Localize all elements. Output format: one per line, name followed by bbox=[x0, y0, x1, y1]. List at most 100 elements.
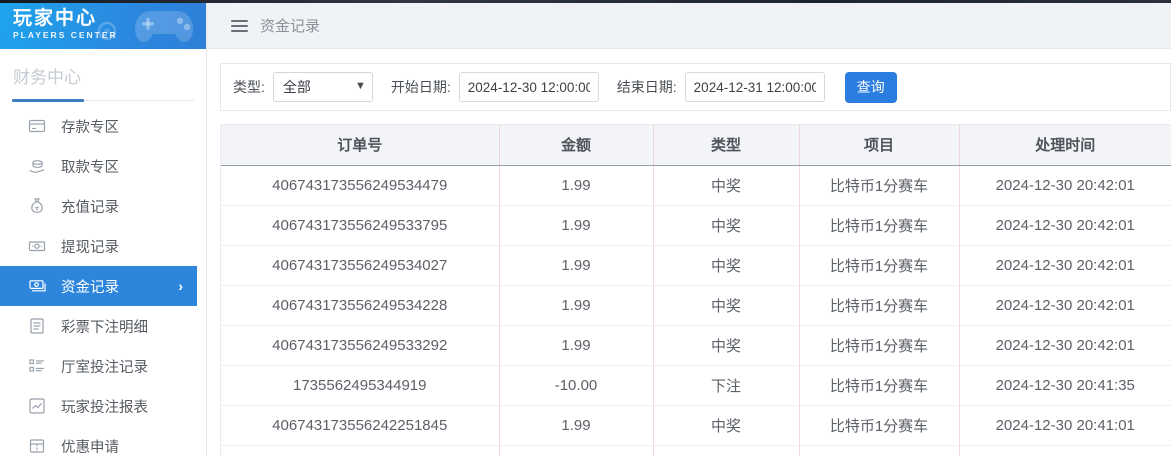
sidebar-header: 玩家中心 PLAYERS CENTER bbox=[0, 3, 206, 49]
content: 类型: 全部 ▼ 开始日期: 结束日期: 查询 订单号金额类型项目 bbox=[207, 49, 1171, 456]
table-cell: 比特币1分赛车 bbox=[799, 205, 959, 245]
table-cell: 1.99 bbox=[499, 165, 653, 205]
table-cell: 2024-12-30 20:41:01 bbox=[959, 405, 1171, 445]
table-cell: 比特币1分赛车 bbox=[799, 405, 959, 445]
sidebar-item-label: 资金记录 bbox=[61, 276, 119, 297]
table-header-row: 订单号金额类型项目处理时间 bbox=[221, 125, 1171, 165]
table-cell: 比特币1分赛车 bbox=[799, 325, 959, 365]
money-bag-icon bbox=[28, 197, 46, 215]
table-cell: 2024-12-30 20:42:01 bbox=[959, 325, 1171, 365]
main-area: 资金记录 类型: 全部 ▼ 开始日期: 结束日期: 查询 bbox=[207, 3, 1171, 456]
sidebar-item-deposit-zone[interactable]: 存款专区 bbox=[0, 106, 206, 146]
table-cell bbox=[221, 445, 499, 456]
sidebar-item-player-bet-report[interactable]: 玩家投注报表 bbox=[0, 386, 206, 426]
column-header: 金额 bbox=[499, 125, 653, 165]
sidebar-section-title: 财务中心 bbox=[0, 49, 206, 88]
sidebar-item-label: 充值记录 bbox=[61, 196, 119, 217]
table-cell: 1.99 bbox=[499, 245, 653, 285]
table-cell: 1.99 bbox=[499, 285, 653, 325]
sidebar: 玩家中心 PLAYERS CENTER bbox=[0, 3, 207, 456]
table-cell: 下注 bbox=[653, 365, 799, 405]
bank-card-icon bbox=[28, 117, 46, 135]
table-cell: 2024-12-30 20:42:01 bbox=[959, 205, 1171, 245]
sidebar-item-hall-bet-records[interactable]: 厅室投注记录 bbox=[0, 346, 206, 386]
cash-stack-icon bbox=[28, 277, 46, 295]
table-cell: 比特币1分赛车 bbox=[799, 165, 959, 205]
sidebar-menu: 存款专区取款专区充值记录提现记录资金记录 › 彩票下注明细厅室投注记录玩家投注报表优… bbox=[0, 106, 206, 456]
table-cell: 中奖 bbox=[653, 165, 799, 205]
table-row: 4067431735562495342281.99中奖比特币1分赛车2024-1… bbox=[221, 285, 1171, 325]
table-cell: 406743173556249534228 bbox=[221, 285, 499, 325]
table-cell: 406743173556249533795 bbox=[221, 205, 499, 245]
table-cell: 1.99 bbox=[499, 405, 653, 445]
table-row: 4067431735562495332921.99中奖比特币1分赛车2024-1… bbox=[221, 325, 1171, 365]
records-table: 订单号金额类型项目处理时间 4067431735562495344791.99中… bbox=[221, 125, 1171, 456]
table-row: 4067431735562495344791.99中奖比特币1分赛车2024-1… bbox=[221, 165, 1171, 205]
menu-toggle-icon[interactable] bbox=[231, 20, 248, 32]
start-date-label: 开始日期: bbox=[391, 77, 451, 97]
sidebar-item-label: 提现记录 bbox=[61, 236, 119, 257]
table-cell: -10.00 bbox=[499, 365, 653, 405]
column-header: 项目 bbox=[799, 125, 959, 165]
end-date-input[interactable] bbox=[685, 72, 825, 102]
table-cell: 比特币1分赛车 bbox=[799, 245, 959, 285]
table-cell: 比特币1分赛车 bbox=[799, 365, 959, 405]
sidebar-item-label: 优惠申请 bbox=[61, 436, 119, 456]
type-select[interactable]: 全部 bbox=[273, 72, 373, 102]
table-cell: 2024-12-30 20:41:35 bbox=[959, 365, 1171, 405]
table-cell: 中奖 bbox=[653, 325, 799, 365]
type-label: 类型: bbox=[233, 77, 265, 97]
column-header: 类型 bbox=[653, 125, 799, 165]
sidebar-item-label: 彩票下注明细 bbox=[61, 316, 148, 337]
table-cell: 406743173556249534479 bbox=[221, 165, 499, 205]
sidebar-item-fund-records[interactable]: 资金记录 › bbox=[0, 266, 197, 306]
table-cell: 中奖 bbox=[653, 245, 799, 285]
sidebar-item-promo-application[interactable]: 优惠申请 bbox=[0, 426, 206, 456]
sidebar-item-label: 存款专区 bbox=[61, 116, 119, 137]
table-cell bbox=[653, 445, 799, 456]
filter-panel: 类型: 全部 ▼ 开始日期: 结束日期: 查询 bbox=[220, 63, 1171, 111]
chart-icon bbox=[28, 397, 46, 415]
end-date-label: 结束日期: bbox=[617, 77, 677, 97]
topbar: 资金记录 bbox=[207, 3, 1171, 49]
table-row: 4067431735562495337951.99中奖比特币1分赛车2024-1… bbox=[221, 205, 1171, 245]
banknote-icon bbox=[28, 237, 46, 255]
document-icon bbox=[28, 317, 46, 335]
table-cell: 1.99 bbox=[499, 205, 653, 245]
table-cell bbox=[799, 445, 959, 456]
table-cell: 406743173556249534027 bbox=[221, 245, 499, 285]
coupon-icon bbox=[28, 437, 46, 455]
table-cell: 中奖 bbox=[653, 405, 799, 445]
table-cell bbox=[499, 445, 653, 456]
column-header: 订单号 bbox=[221, 125, 499, 165]
circle-decoration-icon bbox=[96, 20, 118, 47]
section-divider bbox=[12, 99, 194, 102]
table-cell: 2024-12-30 20:42:01 bbox=[959, 285, 1171, 325]
table-row-partial bbox=[221, 445, 1171, 456]
sidebar-item-withdraw-zone[interactable]: 取款专区 bbox=[0, 146, 206, 186]
table-cell: 中奖 bbox=[653, 285, 799, 325]
list-icon bbox=[28, 357, 46, 375]
sidebar-item-label: 厅室投注记录 bbox=[61, 356, 148, 377]
records-table-panel: 订单号金额类型项目处理时间 4067431735562495344791.99中… bbox=[220, 124, 1171, 456]
sidebar-item-lottery-bet-details[interactable]: 彩票下注明细 bbox=[0, 306, 206, 346]
table-row: 4067431735562495340271.99中奖比特币1分赛车2024-1… bbox=[221, 245, 1171, 285]
chevron-right-icon: › bbox=[178, 278, 183, 294]
table-cell: 1.99 bbox=[499, 325, 653, 365]
table-cell: 中奖 bbox=[653, 205, 799, 245]
table-cell: 比特币1分赛车 bbox=[799, 285, 959, 325]
gamepad-icon bbox=[128, 3, 200, 49]
search-button[interactable]: 查询 bbox=[845, 72, 897, 103]
table-cell: 406743173556249533292 bbox=[221, 325, 499, 365]
table-row: 1735562495344919-10.00下注比特币1分赛车2024-12-3… bbox=[221, 365, 1171, 405]
start-date-input[interactable] bbox=[459, 72, 599, 102]
table-cell: 2024-12-30 20:42:01 bbox=[959, 165, 1171, 205]
table-body: 4067431735562495344791.99中奖比特币1分赛车2024-1… bbox=[221, 165, 1171, 456]
players-center-app: 玩家中心 PLAYERS CENTER bbox=[0, 3, 1171, 456]
column-header: 处理时间 bbox=[959, 125, 1171, 165]
sidebar-item-withdraw-records[interactable]: 提现记录 bbox=[0, 226, 206, 266]
sidebar-item-label: 取款专区 bbox=[61, 156, 119, 177]
table-cell: 2024-12-30 20:42:01 bbox=[959, 245, 1171, 285]
sidebar-item-recharge-records[interactable]: 充值记录 bbox=[0, 186, 206, 226]
table-row: 4067431735562422518451.99中奖比特币1分赛车2024-1… bbox=[221, 405, 1171, 445]
